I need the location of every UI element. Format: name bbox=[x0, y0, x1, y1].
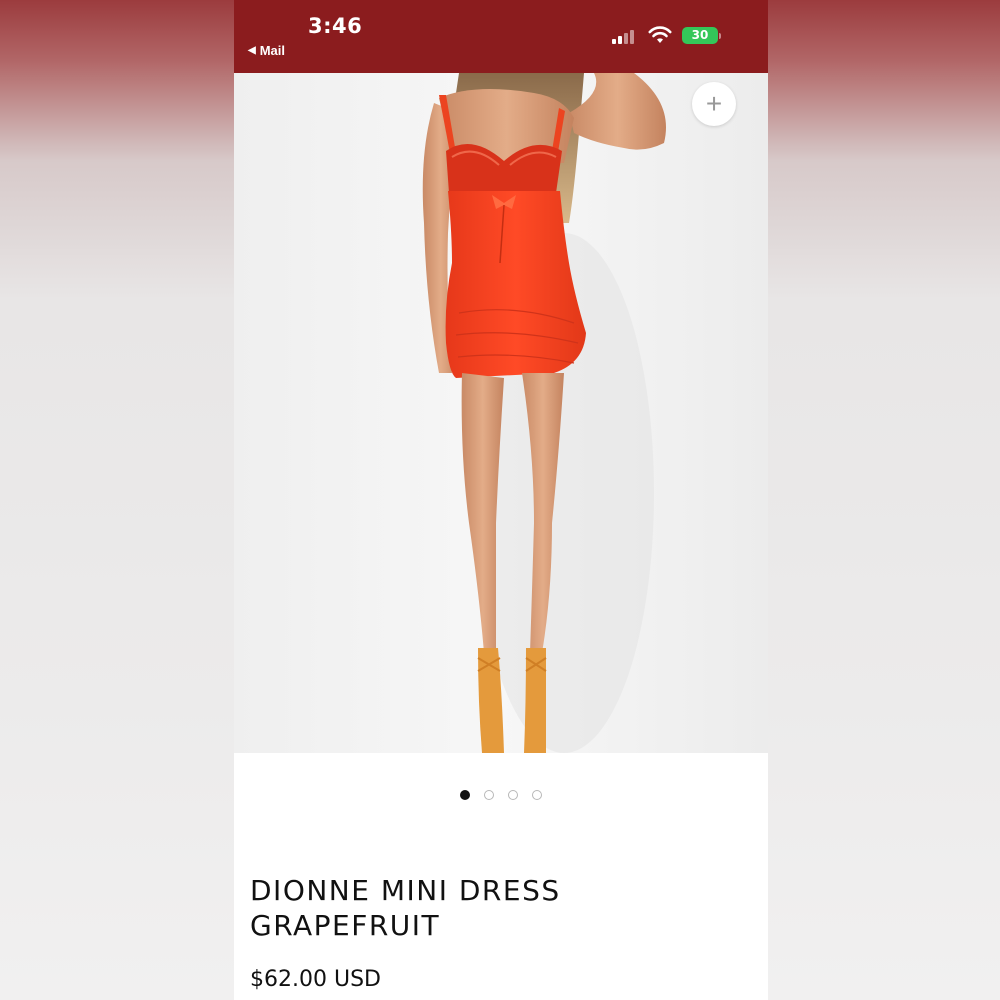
carousel-dot-3[interactable] bbox=[508, 790, 518, 800]
wifi-icon bbox=[648, 26, 672, 43]
product-image[interactable]: + bbox=[234, 73, 768, 753]
back-arrow-icon: ◀ bbox=[248, 45, 256, 56]
carousel-dot-2[interactable] bbox=[484, 790, 494, 800]
status-time: 3:46 bbox=[308, 14, 363, 38]
background-left bbox=[0, 0, 234, 1000]
product-title: DIONNE MINI DRESS GRAPEFRUIT bbox=[250, 873, 750, 943]
product-price: $62.00 USD bbox=[250, 967, 381, 992]
background-right bbox=[768, 0, 1000, 1000]
add-button[interactable]: + bbox=[692, 82, 736, 126]
cellular-signal-icon bbox=[612, 30, 634, 44]
carousel-indicator bbox=[234, 790, 768, 800]
back-to-mail-button[interactable]: ◀ Mail bbox=[248, 43, 285, 58]
model-photo bbox=[234, 73, 768, 753]
plus-icon: + bbox=[705, 88, 723, 119]
back-mail-label: Mail bbox=[259, 43, 285, 58]
battery-cap bbox=[719, 33, 721, 39]
carousel-dot-1[interactable] bbox=[460, 790, 470, 800]
status-bar: 3:46 ◀ Mail 30 bbox=[234, 0, 768, 73]
product-title-line2: GRAPEFRUIT bbox=[250, 909, 441, 942]
carousel-dot-4[interactable] bbox=[532, 790, 542, 800]
phone-screen: 3:46 ◀ Mail 30 + DIONNE MINI DRESS GRAPE… bbox=[234, 0, 768, 1000]
product-title-line1: DIONNE MINI DRESS bbox=[250, 874, 561, 907]
battery-icon: 30 bbox=[682, 27, 718, 44]
